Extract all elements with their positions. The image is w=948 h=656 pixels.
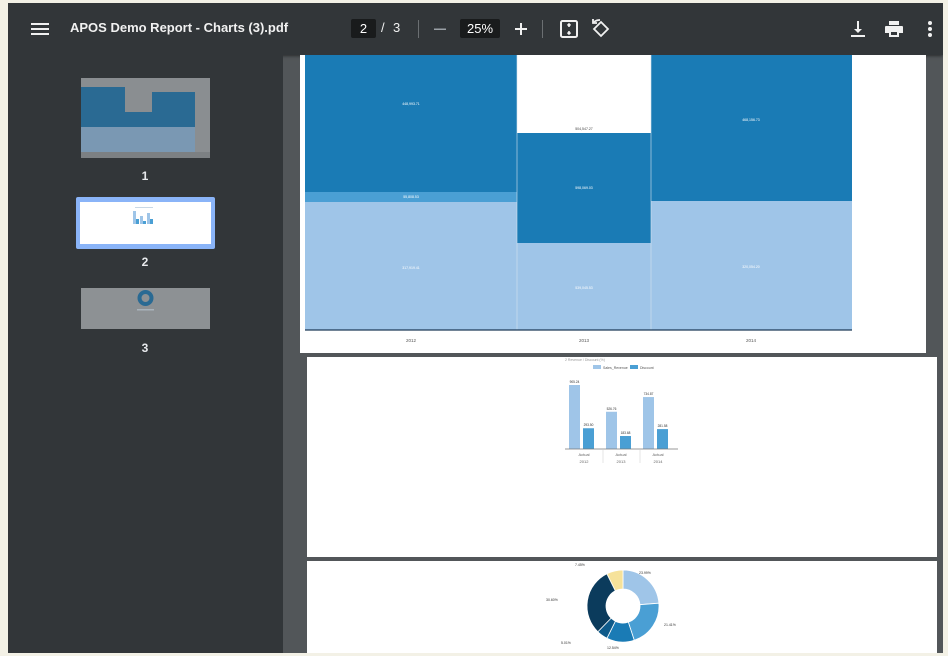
bar-chart-title: 2 Revenue / Discount (%) [565, 358, 605, 362]
page-2: 2 Revenue / Discount (%) Sales_Revenue D… [307, 357, 937, 557]
toolbar-divider [418, 20, 419, 38]
bar-2014-top [651, 55, 852, 201]
bar-value-label: 905.24 [570, 380, 580, 384]
bar-value-label: 281.58 [658, 424, 668, 428]
bar-value-label: 734.87 [644, 392, 654, 396]
donut-chart: 23.99% 21.41% 12.54% 5.01% 30.60% 7.45% [546, 563, 676, 650]
label-2014-bottom: 320,054.20 [742, 265, 760, 269]
thumbnail-2-preview [80, 202, 211, 244]
donut-label-2: 21.41% [664, 623, 676, 627]
x-label-1: Actual [578, 452, 589, 457]
bar-2012-top [305, 55, 517, 192]
bar-2012-discount [583, 428, 594, 449]
bar-2012-revenue [569, 385, 580, 449]
page-separator: / [381, 20, 385, 35]
donut-label-5: 30.60% [546, 598, 558, 602]
legend-revenue: Sales_Revenue [603, 366, 628, 370]
page-3: 23.99% 21.41% 12.54% 5.01% 30.60% 7.45% [307, 561, 937, 653]
bar-2014-discount [657, 429, 668, 449]
pdf-viewer-window: APOS Demo Report - Charts (3).pdf 2 / 3 … [8, 3, 943, 653]
page-1: 448,993.71 55,808.53 317,919.41 504,547.… [300, 55, 926, 353]
donut-label-1: 23.99% [639, 571, 651, 575]
download-icon[interactable] [846, 17, 870, 41]
donut-slices [586, 569, 660, 643]
bar-2013-discount [620, 436, 631, 449]
thumbnail-3-preview [81, 288, 210, 329]
x-tick-2012: 2012 [406, 338, 417, 343]
x-tick-2014: 2014 [746, 338, 757, 343]
bar-group: 905.24 293.50 526.76 183.68 734.87 281.58 [569, 380, 668, 449]
donut-slice-2 [627, 602, 660, 641]
label-2013-bottom: 539,045.53 [575, 286, 593, 290]
label-2012-mid: 55,808.53 [403, 195, 419, 199]
document-viewer[interactable]: 448,993.71 55,808.53 317,919.41 504,547.… [283, 55, 943, 653]
minus-icon[interactable] [428, 17, 452, 41]
bar-value-label: 183.68 [621, 431, 631, 435]
donut-label-3: 12.54% [607, 646, 619, 650]
zoom-input[interactable]: 25% [460, 19, 500, 38]
x-label-3: Actual [652, 452, 663, 457]
print-icon[interactable] [882, 17, 906, 41]
legend-discount: Discount [640, 366, 654, 370]
label-2014-top: 468,156.73 [742, 118, 760, 122]
donut-slice-1 [622, 569, 660, 606]
label-2013-above: 504,547.27 [575, 127, 593, 131]
bar-2014-revenue [643, 397, 654, 449]
label-2012-top: 448,993.71 [402, 102, 420, 106]
bar-value-label: 526.76 [607, 407, 617, 411]
legend-swatch-discount [630, 365, 638, 369]
x-tick-2013: 2013 [579, 338, 590, 343]
thumbnail-sidebar: 1 2 3 [8, 55, 283, 653]
thumbnail-label-1: 1 [141, 169, 149, 183]
thumbnail-label-2: 2 [141, 255, 149, 269]
thumbnail-1-preview [81, 78, 210, 158]
toolbar-divider [542, 20, 543, 38]
label-2012-bottom: 317,919.41 [402, 266, 420, 270]
donut-label-6: 7.45% [575, 563, 585, 567]
bar-2013-revenue [606, 411, 617, 449]
thumbnail-page-2[interactable] [76, 197, 215, 249]
menu-icon[interactable] [28, 17, 52, 41]
label-2013-top: 598,069.03 [575, 186, 593, 190]
x-label-2: Actual [615, 452, 626, 457]
thumbnail-label-3: 3 [141, 341, 149, 355]
toolbar: APOS Demo Report - Charts (3).pdf 2 / 3 … [8, 3, 943, 55]
donut-label-4: 5.01% [561, 641, 571, 645]
x-label-year-3: 2014 [654, 459, 664, 464]
rotate-icon[interactable] [589, 17, 613, 41]
page-number-input[interactable]: 2 [351, 19, 376, 38]
stacked-chart: 448,993.71 55,808.53 317,919.41 504,547.… [305, 55, 852, 343]
document-title: APOS Demo Report - Charts (3).pdf [70, 20, 289, 35]
thumbnail-page-1[interactable] [81, 78, 210, 158]
plus-icon[interactable] [509, 17, 533, 41]
bar-value-label: 293.50 [584, 423, 594, 427]
legend-swatch-revenue [593, 365, 601, 369]
x-label-year-1: 2012 [580, 459, 590, 464]
thumbnail-page-3[interactable] [81, 288, 210, 329]
more-vert-icon[interactable] [918, 17, 942, 41]
fit-page-icon[interactable] [557, 17, 581, 41]
bar-chart: 2 Revenue / Discount (%) Sales_Revenue D… [565, 358, 678, 464]
total-pages: 3 [393, 20, 401, 35]
x-label-year-2: 2013 [617, 459, 627, 464]
